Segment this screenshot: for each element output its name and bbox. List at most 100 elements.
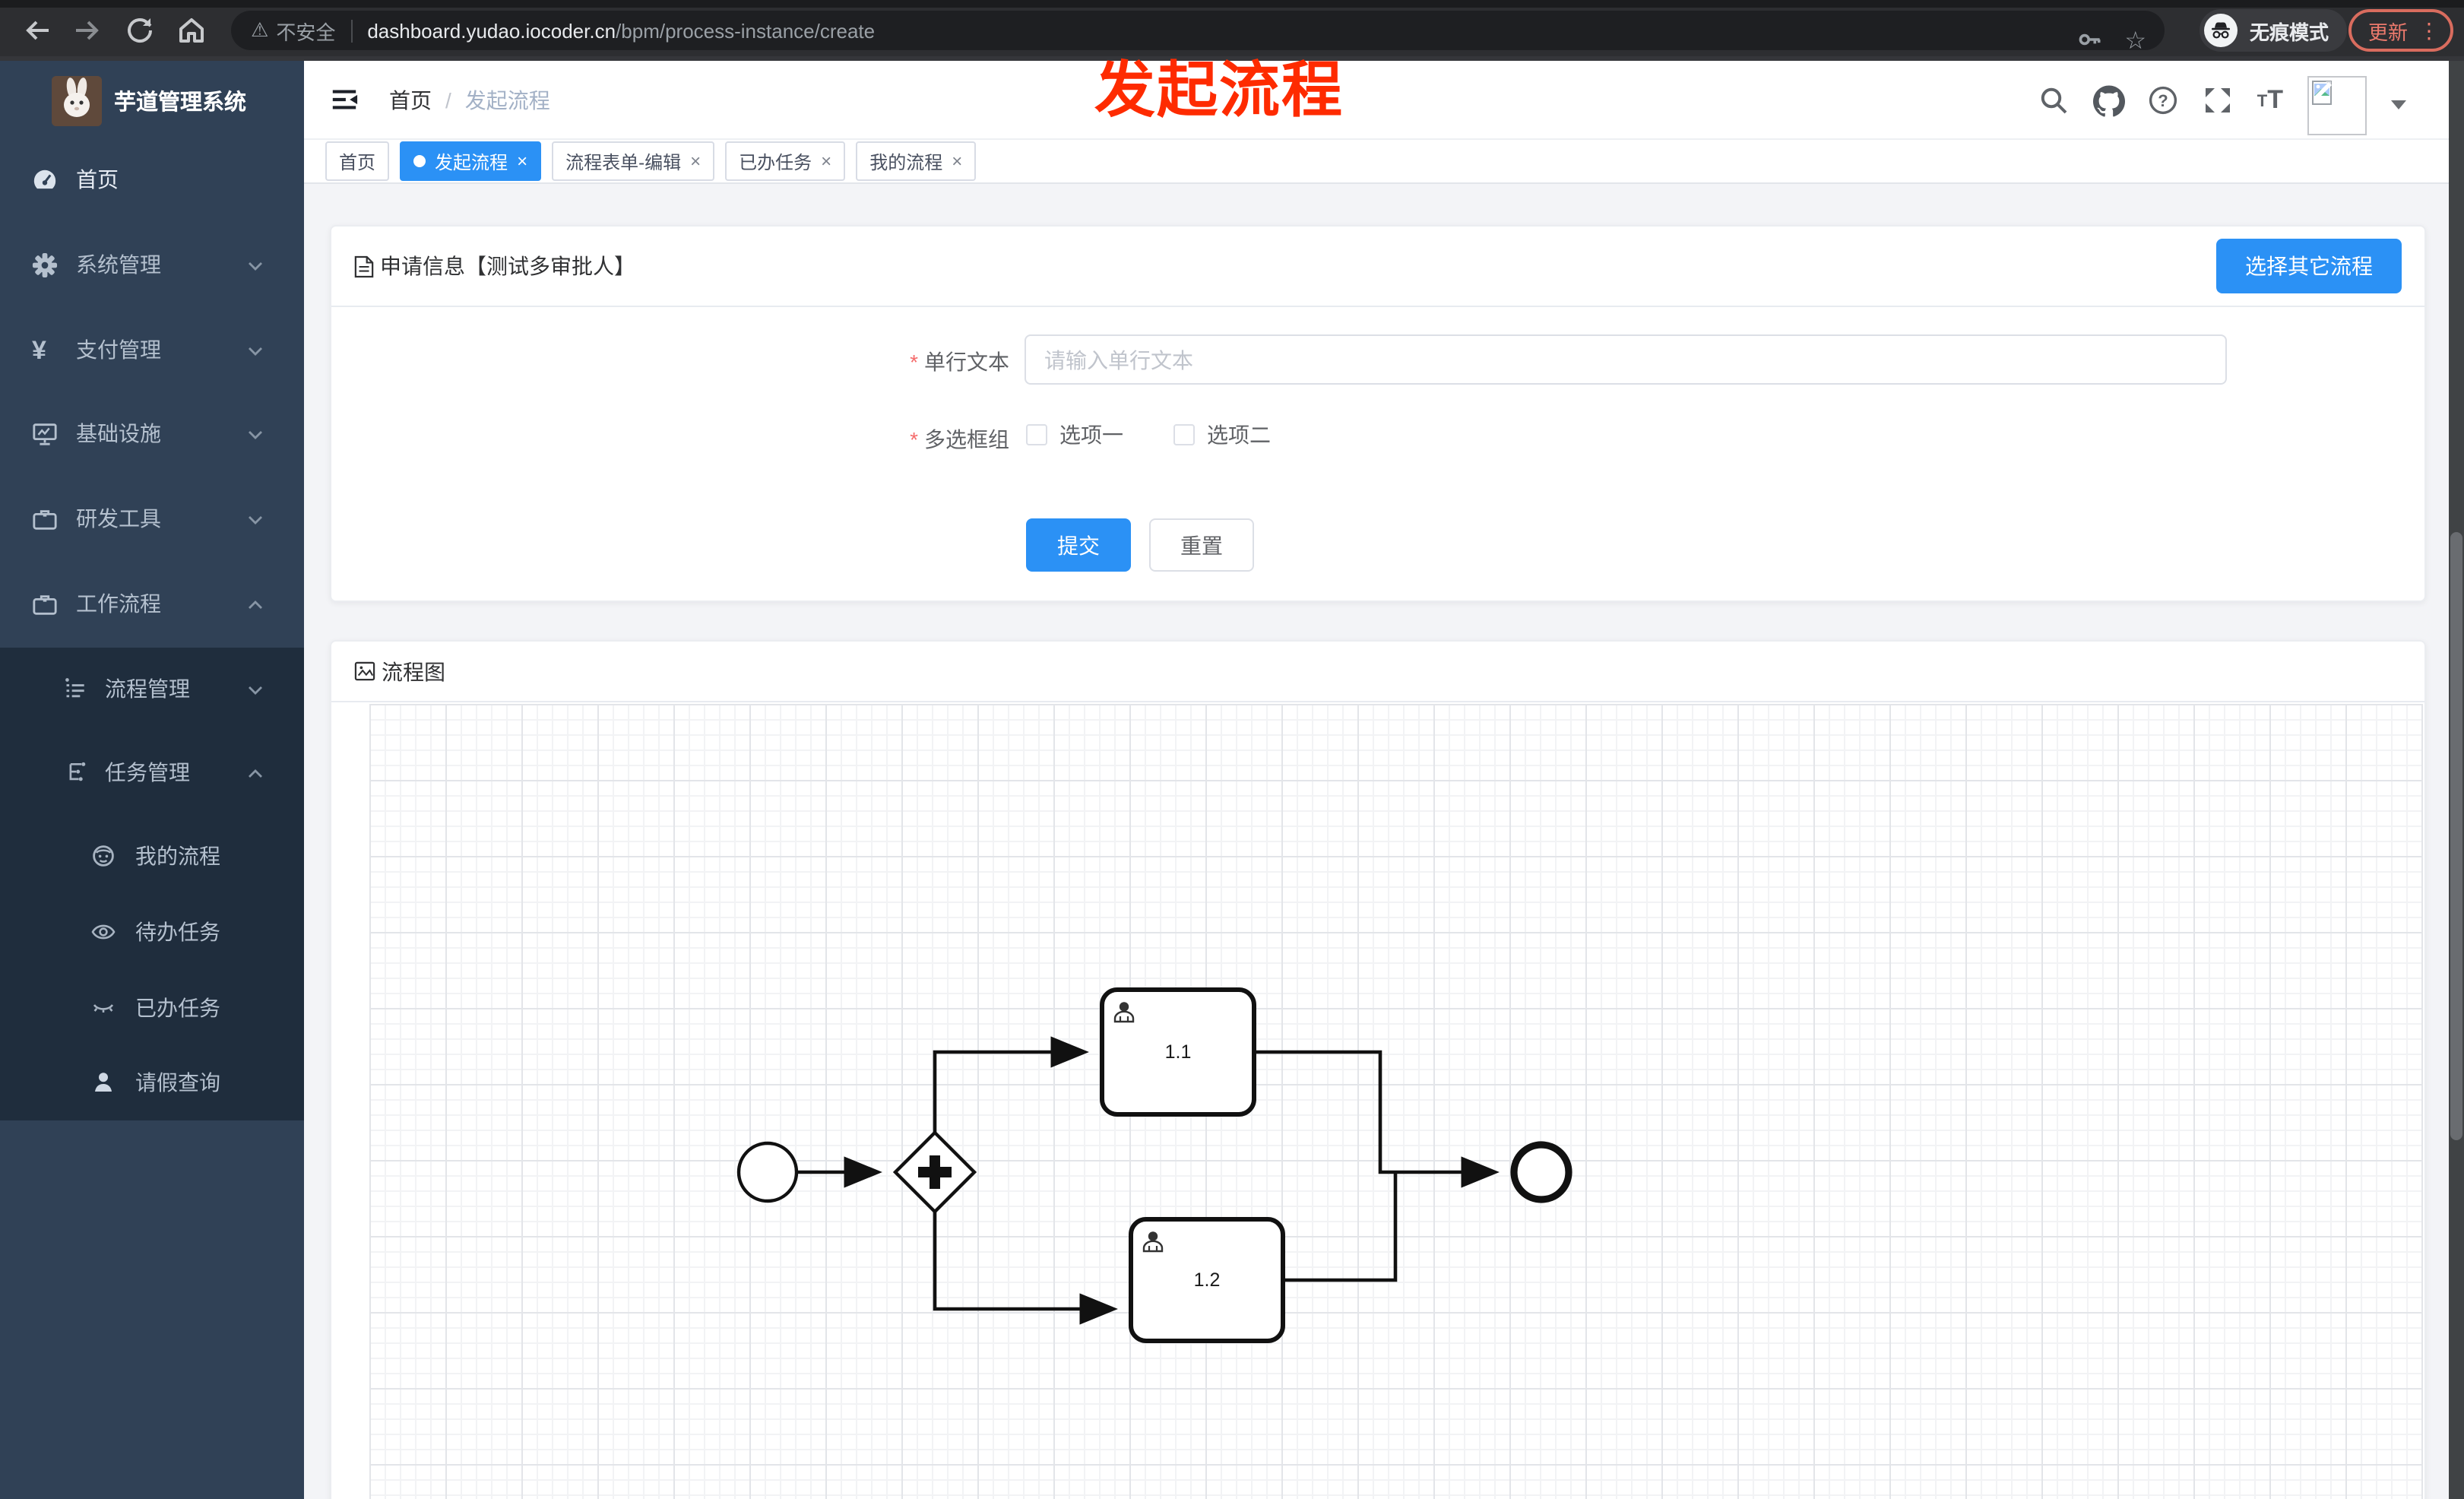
- required-mark: *: [910, 350, 918, 374]
- close-icon[interactable]: ×: [517, 151, 527, 172]
- browser-menu-icon[interactable]: ⋮: [2418, 17, 2440, 43]
- navbar: 首页 / 发起流程 ? TT: [304, 61, 2464, 138]
- browser-update-button[interactable]: 更新 ⋮: [2348, 9, 2454, 52]
- tag-done-tasks[interactable]: 已办任务 ×: [725, 141, 846, 181]
- tag-my-process[interactable]: 我的流程 ×: [856, 141, 977, 181]
- close-icon[interactable]: ×: [690, 151, 701, 172]
- person-icon: [91, 1070, 116, 1095]
- eye-icon: [91, 920, 116, 944]
- bpmn-canvas[interactable]: 1.1 1.2: [369, 704, 2423, 1499]
- chevron-down-icon: [246, 680, 264, 698]
- sidebar-item-system[interactable]: 系统管理: [0, 234, 304, 295]
- sidebar-item-infra[interactable]: 基础设施: [0, 403, 304, 464]
- choose-other-process-button[interactable]: 选择其它流程: [2216, 239, 2402, 293]
- reload-icon[interactable]: [123, 14, 157, 47]
- user-task-1-2: 1.2: [1129, 1217, 1285, 1343]
- sidebar-item-task-mgmt[interactable]: 任务管理: [0, 742, 304, 803]
- browser-tab-strip: [0, 0, 2464, 8]
- sidebar-item-label: 请假查询: [135, 1070, 220, 1095]
- close-icon[interactable]: ×: [952, 151, 962, 172]
- checkbox-option-2-label[interactable]: 选项二: [1207, 420, 1271, 450]
- chevron-down-icon: [246, 255, 264, 274]
- chevron-down-icon: [246, 341, 264, 359]
- single-line-text-input[interactable]: [1025, 334, 2227, 385]
- user-task-1-1: 1.1: [1100, 987, 1256, 1117]
- breadcrumb-separator: /: [445, 87, 451, 112]
- password-key-icon[interactable]: [2076, 25, 2103, 57]
- sidebar-item-home[interactable]: 首页: [0, 149, 304, 210]
- flow-task2-to-join: [1283, 1172, 1398, 1282]
- sidebar-item-devtools[interactable]: 研发工具: [0, 488, 304, 549]
- document-icon: [354, 255, 374, 277]
- sidebar-item-workflow[interactable]: 工作流程: [0, 573, 304, 634]
- toolbox-icon: [32, 505, 58, 531]
- font-size-icon[interactable]: TT: [2257, 86, 2283, 112]
- question-glyph: ?: [2158, 90, 2168, 109]
- security-label[interactable]: 不安全: [276, 16, 335, 45]
- sidebar-item-label: 系统管理: [76, 252, 161, 277]
- sidebar-item-leave-query[interactable]: 请假查询: [0, 1052, 304, 1113]
- checkbox-option-1-label[interactable]: 选项一: [1059, 420, 1123, 450]
- tag-create-process[interactable]: 发起流程 ×: [400, 141, 542, 181]
- sidebar-item-my-process[interactable]: 我的流程: [0, 826, 304, 886]
- end-event: [1510, 1141, 1572, 1203]
- sidebar-item-label: 研发工具: [76, 506, 161, 531]
- url-path: /bpm/process-instance/create: [616, 19, 876, 42]
- forward-icon[interactable]: [71, 14, 105, 47]
- scrollbar-thumb[interactable]: [2450, 532, 2462, 1140]
- checkbox-option-2[interactable]: [1173, 424, 1195, 445]
- user-face-icon: [91, 844, 116, 868]
- sidebar-item-label: 已办任务: [135, 996, 220, 1020]
- help-icon[interactable]: ?: [2148, 84, 2178, 115]
- app-logo: [52, 75, 102, 125]
- address-divider: [350, 19, 353, 42]
- search-icon[interactable]: [2038, 84, 2069, 115]
- page-scrollbar[interactable]: [2449, 61, 2464, 1499]
- breadcrumb-home[interactable]: 首页: [389, 84, 432, 115]
- home-icon[interactable]: [175, 14, 208, 47]
- app-logo-row[interactable]: 芋道管理系统: [0, 70, 304, 131]
- yen-icon: ¥: [32, 335, 46, 364]
- field-label-text: * 单行文本: [910, 350, 1009, 374]
- sidebar-item-todo-tasks[interactable]: 待办任务: [0, 902, 304, 962]
- monitor-icon: [32, 420, 58, 446]
- sidebar-item-label: 首页: [76, 167, 119, 192]
- bookmark-star-icon[interactable]: ☆: [2124, 26, 2146, 56]
- submit-button[interactable]: 提交: [1026, 518, 1131, 572]
- sidebar-item-payment[interactable]: ¥ 支付管理: [0, 319, 304, 380]
- broken-image-icon: [2312, 81, 2332, 105]
- card-header: 申请信息【测试多审批人】 选择其它流程: [331, 227, 2424, 307]
- chevron-down-icon: [246, 509, 264, 528]
- sidebar-item-process-mgmt[interactable]: 流程管理: [0, 658, 304, 719]
- sidebar-collapse-icon[interactable]: [330, 85, 359, 114]
- fullscreen-icon[interactable]: [2203, 84, 2233, 115]
- chevron-down-icon: [246, 424, 264, 442]
- apply-info-card: 申请信息【测试多审批人】 选择其它流程 *单行文本 *多选框组 选项一 选项二 …: [330, 225, 2426, 602]
- task-label: 1.1: [1165, 1041, 1192, 1063]
- tag-label: 我的流程: [869, 151, 943, 173]
- avatar-caret-icon[interactable]: [2391, 100, 2406, 109]
- tag-home[interactable]: 首页: [325, 141, 390, 181]
- tags-view: 首页 发起流程 × 流程表单-编辑 × 已办任务 × 我的流程 ×: [304, 138, 2464, 184]
- tag-form-edit[interactable]: 流程表单-编辑 ×: [552, 141, 715, 181]
- checkbox-option-1[interactable]: [1026, 424, 1047, 445]
- image-icon: [354, 661, 375, 681]
- update-label[interactable]: 更新: [2368, 16, 2408, 45]
- avatar[interactable]: [2307, 76, 2367, 135]
- github-icon[interactable]: [2092, 84, 2125, 116]
- sidebar-item-done-tasks[interactable]: 已办任务: [0, 978, 304, 1038]
- navbar-actions: ? TT: [2038, 61, 2406, 138]
- sidebar-item-label: 我的流程: [135, 844, 220, 868]
- back-icon[interactable]: [20, 14, 53, 47]
- breadcrumb-current: 发起流程: [464, 87, 550, 112]
- sidebar: 芋道管理系统 首页 系统管理 ¥ 支付管理 基础设施 研发工具 工作流程 流程管…: [0, 61, 304, 1499]
- reset-button[interactable]: 重置: [1149, 518, 1254, 572]
- breadcrumb: 首页 / 发起流程: [389, 61, 550, 138]
- active-dot: [413, 155, 426, 167]
- sidebar-item-label: 支付管理: [76, 338, 161, 362]
- incognito-badge: 无痕模式: [2200, 9, 2348, 52]
- app-title: 芋道管理系统: [114, 90, 246, 115]
- checkbox-group: 选项一 选项二: [1026, 420, 1271, 450]
- sidebar-item-label: 待办任务: [135, 920, 220, 944]
- close-icon[interactable]: ×: [821, 151, 831, 172]
